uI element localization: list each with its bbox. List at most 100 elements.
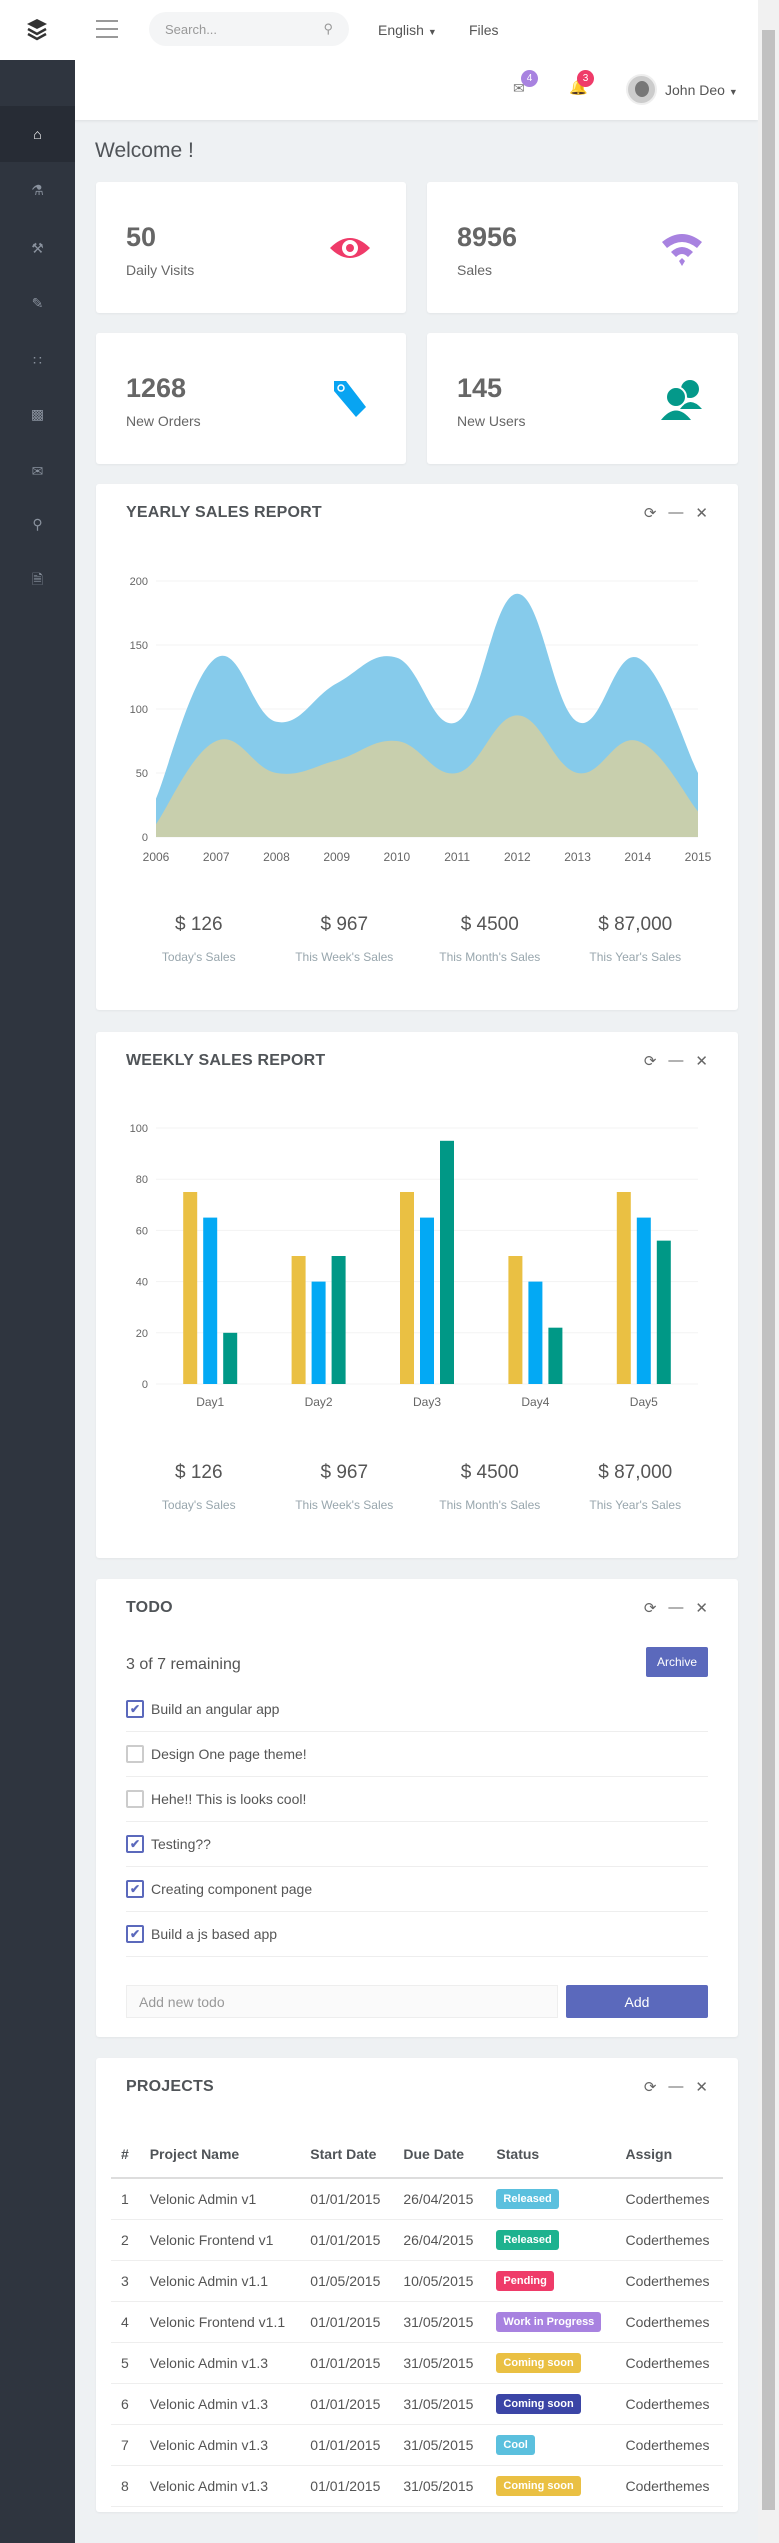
sidebar-item-tools[interactable]: ⚒ bbox=[0, 220, 75, 276]
flask-icon: ⚗ bbox=[31, 181, 44, 198]
bar bbox=[508, 1256, 523, 1384]
todo-checkbox[interactable]: ✔ bbox=[126, 1925, 144, 1943]
x-tick-label: Day5 bbox=[630, 1395, 658, 1409]
todo-item[interactable]: Design One page theme! bbox=[126, 1732, 708, 1777]
sidebar-item-grid[interactable]: ∷ bbox=[0, 332, 75, 388]
todo-remaining: 3 of 7 remaining bbox=[126, 1656, 241, 1673]
map-pin-icon: ⚲ bbox=[32, 515, 43, 532]
bar bbox=[291, 1256, 306, 1384]
new-todo-input[interactable]: Add new todo bbox=[126, 1985, 558, 2018]
todo-text: Build a js based app bbox=[151, 1926, 278, 1942]
table-cell: Work in Progress bbox=[486, 2301, 616, 2343]
bar bbox=[656, 1240, 671, 1384]
table-cell: Velonic Admin v1.3 bbox=[139, 2342, 301, 2384]
sidebar-item-forms[interactable]: ✎ bbox=[0, 275, 75, 331]
bar bbox=[331, 1256, 346, 1384]
table-cell: Cool bbox=[486, 2424, 616, 2466]
bar bbox=[203, 1217, 218, 1384]
table-cell: Pending bbox=[486, 2260, 616, 2302]
sidebar-item-mail[interactable]: ✉ bbox=[0, 443, 75, 499]
bell-icon[interactable]: 🔔 3 bbox=[569, 70, 594, 96]
weekly-bar-chart: 0 20 40 60 80 100 Day1 Day2 Day3 Day4 Day5 bbox=[130, 1123, 698, 1409]
stat-card-sales: 8956 Sales bbox=[427, 182, 738, 313]
mail-icon[interactable]: ✉ 4 bbox=[513, 70, 538, 97]
todo-card: TODO ⟳ — ✕ 3 of 7 remaining Archive ✔ Build… bbox=[96, 1579, 738, 2037]
table-cell: Velonic Admin v1.3 bbox=[139, 2424, 301, 2466]
refresh-icon[interactable]: ⟳ bbox=[644, 2078, 657, 2096]
table-cell: 26/04/2015 bbox=[393, 2178, 487, 2220]
user-menu[interactable]: John Deo ▼ bbox=[665, 82, 738, 98]
todo-checkbox[interactable]: ✔ bbox=[126, 1700, 144, 1718]
eye-icon bbox=[330, 238, 370, 258]
add-todo-button[interactable]: Add bbox=[566, 1985, 708, 2018]
mail-icon: ✉ bbox=[31, 462, 44, 479]
sidebar-item-home[interactable]: ⌂ bbox=[0, 106, 75, 162]
bar bbox=[548, 1327, 563, 1384]
table-row: 4 Velonic Frontend v1.1 01/01/2015 31/05/20… bbox=[111, 2301, 723, 2343]
language-dropdown[interactable]: English ▼ bbox=[378, 22, 437, 38]
bar bbox=[440, 1140, 454, 1384]
yearly-area-chart: 0 50 100 150 200 2006 2007 2008 2009 2010 2011 2012… bbox=[130, 576, 712, 864]
yearly-sales-card: YEARLY SALES REPORT ⟳ — ✕ 0 50 100 150 200 2006… bbox=[96, 484, 738, 1010]
y-tick-label: 150 bbox=[130, 640, 148, 652]
todo-item[interactable]: ✔ Build an angular app bbox=[126, 1687, 708, 1732]
todo-item[interactable]: Hehe!! This is looks cool! bbox=[126, 1777, 708, 1822]
search-input[interactable]: Search... ⚲ bbox=[149, 12, 349, 46]
yearly-summary: $ 126 Today's Sales $ 967 This Week's Sale… bbox=[161, 914, 682, 964]
hamburger-menu-icon[interactable] bbox=[96, 20, 118, 38]
search-icon: ⚲ bbox=[323, 21, 333, 36]
sidebar-item-maps[interactable]: ⚲ bbox=[0, 496, 75, 552]
sidebar-item-charts[interactable]: ▩ bbox=[0, 386, 75, 442]
home-icon: ⌂ bbox=[33, 126, 42, 142]
x-tick-label: 2015 bbox=[685, 850, 712, 864]
todo-text: Build an angular app bbox=[151, 1701, 280, 1717]
table-row: 3 Velonic Admin v1.1 01/05/2015 10/05/2015 P… bbox=[111, 2260, 723, 2302]
table-row: 6 Velonic Admin v1.3 01/01/2015 31/05/2015 C… bbox=[111, 2383, 723, 2425]
table-cell: Coming soon bbox=[486, 2383, 616, 2425]
todo-item[interactable]: ✔ Testing?? bbox=[126, 1822, 708, 1867]
users-icon bbox=[661, 380, 702, 420]
table-cell: Velonic Admin v1.3 bbox=[139, 2383, 301, 2425]
archive-button[interactable]: Archive bbox=[646, 1647, 708, 1677]
todo-checkbox[interactable] bbox=[126, 1745, 144, 1763]
x-tick-label: 2007 bbox=[203, 850, 230, 864]
caret-down-icon: ▼ bbox=[728, 87, 738, 97]
y-tick-label: 200 bbox=[130, 576, 148, 588]
logo-layers-icon[interactable] bbox=[26, 18, 48, 42]
status-badge: Released bbox=[496, 2229, 559, 2250]
table-row: 8 Velonic Admin v1.3 01/01/2015 31/05/2015 C… bbox=[111, 2465, 723, 2507]
x-tick-label: 2006 bbox=[143, 850, 170, 864]
close-icon[interactable]: ✕ bbox=[695, 2078, 708, 2096]
bar bbox=[400, 1192, 414, 1384]
x-tick-label: Day1 bbox=[196, 1395, 224, 1409]
files-link[interactable]: Files bbox=[469, 22, 499, 38]
table-cell: 01/01/2015 bbox=[300, 2342, 394, 2384]
refresh-icon[interactable]: ⟳ bbox=[644, 1599, 657, 1617]
table-cell: Coderthemes bbox=[615, 2301, 723, 2343]
stat-card-visits: 50 Daily Visits bbox=[96, 182, 406, 313]
x-tick-label: Day3 bbox=[413, 1395, 441, 1409]
todo-checkbox[interactable]: ✔ bbox=[126, 1835, 144, 1853]
todo-item[interactable]: ✔ Creating component page bbox=[126, 1867, 708, 1912]
table-cell: Coderthemes bbox=[615, 2342, 723, 2384]
todo-text: Design One page theme! bbox=[151, 1746, 307, 1762]
y-tick-label: 0 bbox=[142, 1379, 148, 1391]
minimize-icon[interactable]: — bbox=[668, 2078, 683, 2096]
todo-item[interactable]: ✔ Build a js based app bbox=[126, 1912, 708, 1957]
close-icon[interactable]: ✕ bbox=[695, 1599, 708, 1617]
sidebar-item-lab[interactable]: ⚗ bbox=[0, 162, 75, 218]
projects-card: PROJECTS ⟳ — ✕ # Project Name Start Date Due … bbox=[96, 2058, 738, 2512]
column-header: Due Date bbox=[393, 2130, 487, 2179]
scrollbar-thumb[interactable] bbox=[762, 30, 775, 2510]
todo-text: Hehe!! This is looks cool! bbox=[151, 1791, 307, 1807]
minimize-icon[interactable]: — bbox=[668, 1599, 683, 1617]
sidebar-item-pages[interactable]: 🗎 bbox=[0, 553, 75, 609]
table-cell: 8 bbox=[111, 2465, 140, 2507]
status-badge: Released bbox=[496, 2188, 559, 2209]
scrollbar[interactable] bbox=[758, 0, 779, 2543]
avatar[interactable] bbox=[626, 74, 657, 105]
status-badge: Coming soon bbox=[496, 2393, 581, 2414]
todo-checkbox[interactable]: ✔ bbox=[126, 1880, 144, 1898]
bar bbox=[528, 1281, 543, 1384]
todo-checkbox[interactable] bbox=[126, 1790, 144, 1808]
